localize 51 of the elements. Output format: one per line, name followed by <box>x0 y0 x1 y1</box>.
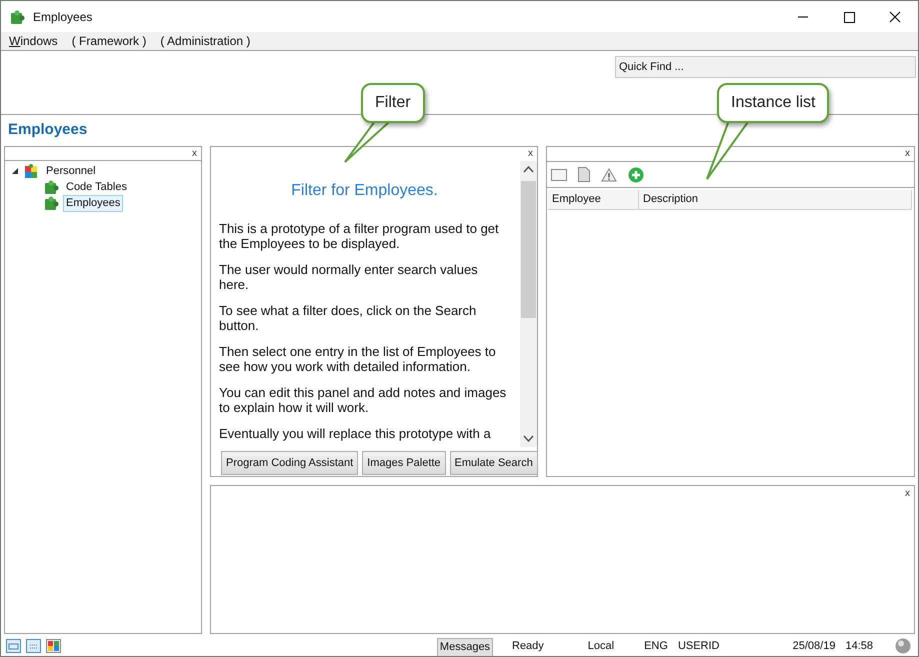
expand-icon[interactable] <box>11 167 19 175</box>
quick-find-field[interactable]: Quick Find ... <box>615 56 916 78</box>
window-title: Employees <box>33 8 92 26</box>
page-title: Employees <box>8 120 88 140</box>
globe-icon <box>895 638 911 654</box>
column-header[interactable]: Employee <box>548 190 639 209</box>
status-text: Ready <box>512 638 544 654</box>
tiles-icon[interactable] <box>46 639 61 653</box>
help-paragraph: The user would normally enter search values here. <box>219 262 479 292</box>
window-icon[interactable] <box>551 168 567 180</box>
help-paragraph: Eventually you will replace this prototype with a <box>219 426 492 441</box>
tree-item[interactable]: Employees <box>63 194 124 212</box>
colorful-puzzle-icon <box>23 163 39 179</box>
menu-item[interactable]: ( Administration ) <box>160 32 250 50</box>
language-text: ENG <box>644 638 668 654</box>
location-text: Local <box>588 638 614 654</box>
puzzle-icon <box>9 8 25 24</box>
column-header[interactable]: Description <box>639 190 912 209</box>
menu-item[interactable]: Windows <box>9 32 58 50</box>
warning-icon[interactable] <box>601 168 617 182</box>
help-paragraph: Then select one entry in the list of Employees to see how you work with detailed information. <box>219 344 497 374</box>
scroll-thumb[interactable] <box>521 181 536 318</box>
close-button[interactable]: x <box>901 489 914 499</box>
date-text: 25/08/19 <box>792 638 836 654</box>
close-button[interactable]: x <box>524 149 537 159</box>
panel-button[interactable]: Emulate Search <box>450 451 538 475</box>
help-paragraph: This is a prototype of a filter program used to get the Employees to be displayed. <box>219 221 500 251</box>
help-paragraph: To see what a filter does, click on the Search button. <box>219 303 478 333</box>
tree-item[interactable]: Code Tables <box>63 178 130 196</box>
filter-heading: Filter for Employees. <box>290 181 439 201</box>
messages-button[interactable]: Messages <box>437 638 493 656</box>
scroll-down-icon[interactable] <box>523 435 534 443</box>
callout-bubble: Filter <box>361 83 425 123</box>
close-button[interactable]: x <box>188 148 201 158</box>
menu-item[interactable]: ( Framework ) <box>72 32 146 50</box>
close-button[interactable]: x <box>901 149 914 159</box>
scrollbar[interactable] <box>520 161 537 447</box>
panel-button[interactable]: Program Coding Assistant <box>221 451 358 475</box>
user-text: USERID <box>678 638 720 654</box>
panel-button[interactable]: Images Palette <box>362 451 446 475</box>
callout-bubble: Instance list <box>717 83 830 123</box>
puzzle-icon <box>43 195 59 211</box>
scroll-up-icon[interactable] <box>523 165 534 173</box>
document-icon[interactable] <box>578 167 590 182</box>
time-text: 14:58 <box>845 638 873 654</box>
window-icon[interactable] <box>6 639 21 653</box>
help-paragraph: You can edit this panel and add notes and images to explain how it will work. <box>219 385 508 415</box>
puzzle-icon <box>43 179 59 195</box>
tree-item[interactable]: Personnel <box>43 162 99 180</box>
grid-icon[interactable] <box>26 639 41 653</box>
add-icon[interactable] <box>628 166 644 182</box>
